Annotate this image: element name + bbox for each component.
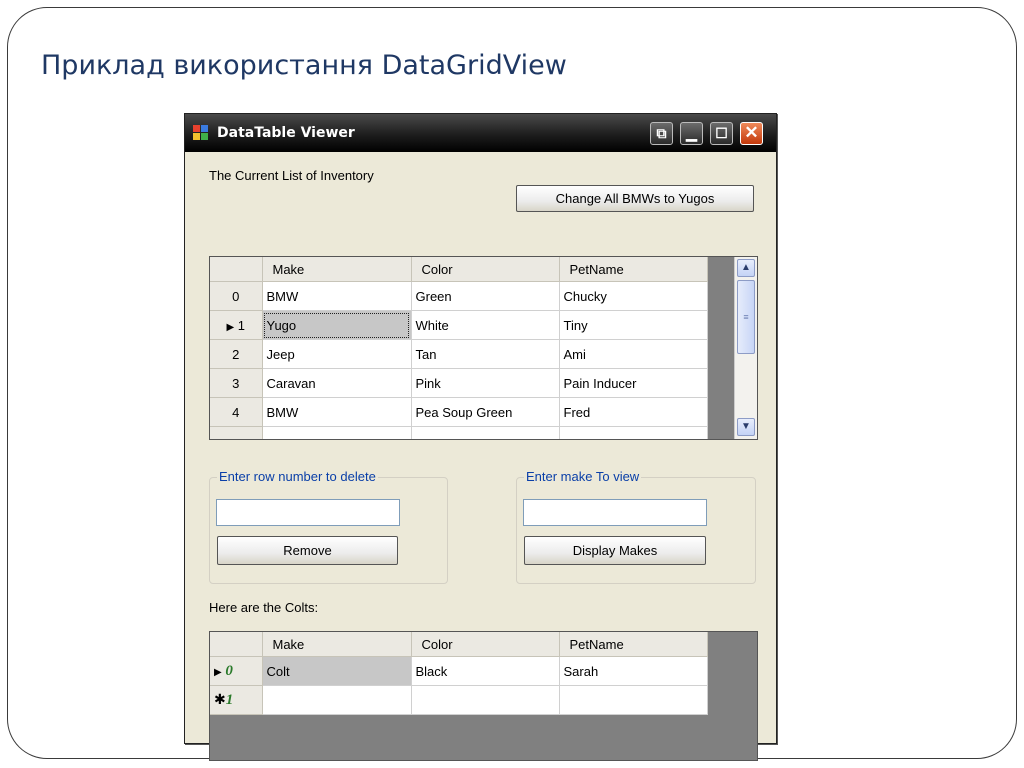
close-button[interactable]: ✕ <box>740 122 763 145</box>
table-row[interactable]: ▶ 1 Yugo White Tiny <box>210 310 708 340</box>
row-header[interactable]: ▶ 1 <box>210 310 263 340</box>
maximize-button[interactable]: ☐ <box>710 122 733 145</box>
table-row-partial[interactable] <box>210 426 708 439</box>
window-client-area: The Current List of Inventory Change All… <box>188 152 773 761</box>
inventory-grid[interactable]: Make Color PetName 0 BMW Green Chucky ▶ … <box>209 256 758 440</box>
cell-make[interactable]: BMW <box>262 281 412 311</box>
change-bmws-button[interactable]: Change All BMWs to Yugos <box>516 185 754 212</box>
column-header-petname[interactable]: PetName <box>559 257 708 282</box>
cell-petname[interactable]: Tiny <box>559 310 708 340</box>
row-index: 3 <box>232 375 240 391</box>
row-index: 1 <box>225 692 234 708</box>
view-make-group: Enter make To view Display Makes <box>516 469 756 584</box>
make-input[interactable] <box>523 499 707 526</box>
scroll-thumb[interactable]: ≡ <box>737 280 755 354</box>
cell-make[interactable]: Yugo <box>262 310 412 340</box>
cell-petname[interactable]: Fred <box>559 397 708 427</box>
cell-color[interactable]: White <box>411 310 560 340</box>
cell-make[interactable]: Jeep <box>262 339 412 369</box>
slide-title: Приклад використання DataGridView <box>41 50 567 81</box>
table-row[interactable]: ▶ 0 Colt Black Sarah <box>210 656 708 686</box>
row-index: 1 <box>237 317 246 333</box>
row-header[interactable]: 4 <box>210 397 263 427</box>
row-header[interactable]: 0 <box>210 281 263 311</box>
cell-make[interactable]: Colt <box>262 656 412 686</box>
cell-color[interactable]: Green <box>411 281 560 311</box>
table-row[interactable]: 3 Caravan Pink Pain Inducer <box>210 368 708 398</box>
row-index: 0 <box>225 662 233 679</box>
scroll-down-arrow-icon[interactable]: ▼ <box>737 418 755 436</box>
cell-make[interactable]: Caravan <box>262 368 412 398</box>
row-header[interactable]: ▶ 0 <box>210 656 263 686</box>
delete-group-title: Enter row number to delete <box>217 469 378 484</box>
colts-grid[interactable]: Make Color PetName ▶ 0 Colt Black Sarah … <box>209 631 758 761</box>
cell-color[interactable] <box>411 685 560 715</box>
colts-label: Here are the Colts: <box>209 600 319 615</box>
window-extra-button[interactable]: ⧉ <box>650 122 673 145</box>
row-index: 0 <box>232 288 240 304</box>
cell-make[interactable] <box>262 685 412 715</box>
title-bar[interactable]: DataTable Viewer ⧉ ▁ ☐ ✕ <box>185 114 776 152</box>
cell-petname[interactable]: Pain Inducer <box>559 368 708 398</box>
cell-petname[interactable]: Chucky <box>559 281 708 311</box>
delete-row-group: Enter row number to delete Remove <box>209 469 448 584</box>
app-icon <box>193 125 209 141</box>
remove-button[interactable]: Remove <box>217 536 398 565</box>
row-number-input[interactable] <box>216 499 400 526</box>
column-header-color[interactable]: Color <box>411 632 560 657</box>
window-title: DataTable Viewer <box>217 125 355 141</box>
table-row[interactable]: 0 BMW Green Chucky <box>210 281 708 311</box>
current-row-arrow-icon: ▶ <box>214 666 222 678</box>
table-row-new[interactable]: ✱1 <box>210 685 708 715</box>
scroll-up-arrow-icon[interactable]: ▲ <box>737 259 755 277</box>
grid-corner-cell[interactable] <box>210 257 263 282</box>
current-row-arrow-icon: ▶ <box>226 321 235 333</box>
row-header[interactable]: 3 <box>210 368 263 398</box>
row-index: 4 <box>232 404 240 420</box>
cell-petname[interactable] <box>559 685 708 715</box>
cell-color[interactable]: Pink <box>411 368 560 398</box>
cell-color[interactable]: Tan <box>411 339 560 369</box>
column-header-make[interactable]: Make <box>262 257 412 282</box>
minimize-button[interactable]: ▁ <box>680 122 703 145</box>
scroll-grip-icon: ≡ <box>743 312 749 322</box>
cell-make[interactable]: BMW <box>262 397 412 427</box>
cell-color[interactable]: Pea Soup Green <box>411 397 560 427</box>
view-group-title: Enter make To view <box>524 469 642 484</box>
inventory-label: The Current List of Inventory <box>209 168 374 183</box>
table-row[interactable]: 2 Jeep Tan Ami <box>210 339 708 369</box>
vertical-scrollbar[interactable]: ▲ ≡ ▼ <box>734 257 757 439</box>
row-header[interactable]: ✱1 <box>210 685 263 715</box>
display-makes-button[interactable]: Display Makes <box>524 536 706 565</box>
cell-color[interactable]: Black <box>411 656 560 686</box>
table-row[interactable]: 4 BMW Pea Soup Green Fred <box>210 397 708 427</box>
cell-petname[interactable]: Sarah <box>559 656 708 686</box>
grid-corner-cell[interactable] <box>210 632 263 657</box>
column-header-petname[interactable]: PetName <box>559 632 708 657</box>
column-header-make[interactable]: Make <box>262 632 412 657</box>
new-row-asterisk-icon: ✱ <box>214 691 226 707</box>
datatable-viewer-window: DataTable Viewer ⧉ ▁ ☐ ✕ The Current Lis… <box>184 113 777 761</box>
column-header-color[interactable]: Color <box>411 257 560 282</box>
inventory-header-row: Make Color PetName <box>210 257 708 282</box>
row-index: 2 <box>232 346 240 362</box>
row-header[interactable]: 2 <box>210 339 263 369</box>
cell-petname[interactable]: Ami <box>559 339 708 369</box>
colts-header-row: Make Color PetName <box>210 632 708 657</box>
